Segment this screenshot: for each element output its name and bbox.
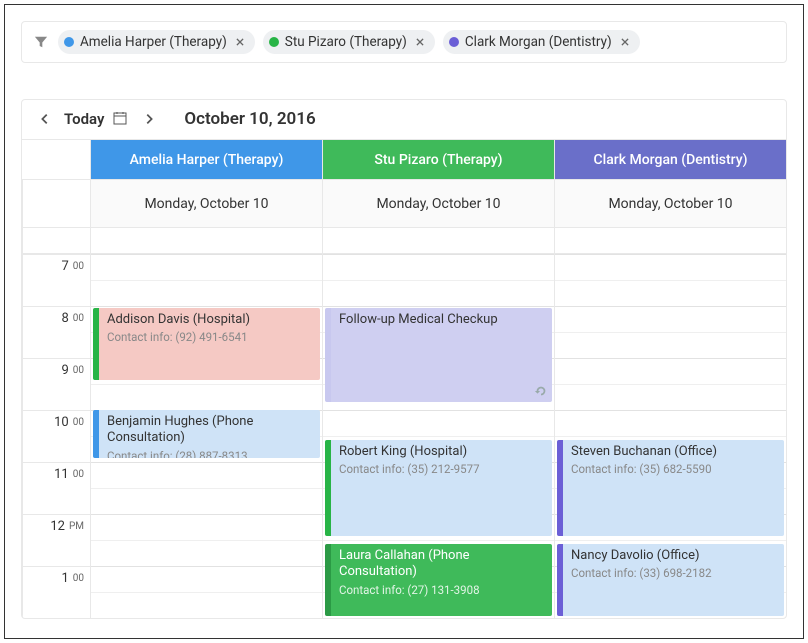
appointment-title: Addison Davis (Hospital): [107, 312, 312, 328]
appointment[interactable]: Addison Davis (Hospital) Contact info: (9…: [93, 308, 320, 380]
date-header: Monday, October 10: [90, 179, 322, 227]
resource-header: Clark Morgan (Dentistry): [554, 139, 786, 179]
today-button[interactable]: Today: [64, 110, 104, 128]
calendar-icon[interactable]: [112, 110, 130, 128]
scheduler-toolbar: Today October 10, 2016: [22, 100, 786, 139]
appointment-subtitle: Contact info: (27) 131-3908: [339, 583, 544, 597]
appointment-subtitle: Contact info: (28) 887-8313: [107, 449, 312, 459]
filter-chip[interactable]: Clark Morgan (Dentistry): [443, 30, 640, 54]
resource-header: Amelia Harper (Therapy): [90, 139, 322, 179]
next-button[interactable]: [138, 108, 160, 130]
date-header: Monday, October 10: [322, 179, 554, 227]
day-column-2[interactable]: Steven Buchanan (Office) Contact info: (3…: [554, 253, 786, 618]
filter-icon[interactable]: [32, 33, 50, 51]
day-column-1[interactable]: Follow-up Medical Checkup Robert King (Ho…: [322, 253, 554, 618]
appointment-subtitle: Contact info: (92) 491-6541: [107, 330, 312, 344]
day-column-0[interactable]: Addison Davis (Hospital) Contact info: (9…: [90, 253, 322, 618]
appointment-subtitle: Contact info: (33) 698-2182: [571, 566, 776, 580]
chip-label: Clark Morgan (Dentistry): [465, 34, 612, 50]
scheduler: Today October 10, 2016 Amelia Harper (Th…: [21, 99, 787, 619]
appointment[interactable]: Benjamin Hughes (Phone Consultation) Cont…: [93, 410, 320, 458]
chip-label: Amelia Harper (Therapy): [80, 34, 227, 50]
appointment-subtitle: Contact info: (35) 212-9577: [339, 462, 544, 476]
time-axis: 700 800 900 1000 1100 12PM 100: [22, 253, 90, 618]
appointment[interactable]: Laura Callahan (Phone Consultation) Conta…: [325, 544, 552, 616]
appointment[interactable]: Follow-up Medical Checkup: [325, 308, 552, 402]
prev-button[interactable]: [34, 108, 56, 130]
appointment[interactable]: Nancy Davolio (Office) Contact info: (33)…: [557, 544, 784, 616]
appointment-subtitle: Contact info: (35) 682-5590: [571, 462, 776, 476]
chip-dot: [269, 37, 279, 47]
appointment-title: Follow-up Medical Checkup: [339, 312, 544, 328]
chip-dot: [449, 37, 459, 47]
filter-chip[interactable]: Stu Pizaro (Therapy): [263, 30, 435, 54]
appointment[interactable]: Robert King (Hospital) Contact info: (35)…: [325, 440, 552, 536]
appointment-title: Laura Callahan (Phone Consultation): [339, 548, 544, 581]
close-icon[interactable]: [413, 35, 427, 49]
chip-dot: [64, 37, 74, 47]
appointment-title: Robert King (Hospital): [339, 444, 544, 460]
filter-bar: Amelia Harper (Therapy) Stu Pizaro (Ther…: [21, 21, 787, 63]
recurring-icon: [534, 384, 548, 398]
filter-chip[interactable]: Amelia Harper (Therapy): [58, 30, 255, 54]
appointment-title: Nancy Davolio (Office): [571, 548, 776, 564]
close-icon[interactable]: [233, 35, 247, 49]
appointment-title: Benjamin Hughes (Phone Consultation): [107, 414, 312, 447]
date-header: Monday, October 10: [554, 179, 786, 227]
chip-label: Stu Pizaro (Therapy): [285, 34, 407, 50]
appointment-title: Steven Buchanan (Office): [571, 444, 776, 460]
date-title: October 10, 2016: [184, 109, 315, 129]
close-icon[interactable]: [618, 35, 632, 49]
appointment[interactable]: Steven Buchanan (Office) Contact info: (3…: [557, 440, 784, 536]
resource-header: Stu Pizaro (Therapy): [322, 139, 554, 179]
